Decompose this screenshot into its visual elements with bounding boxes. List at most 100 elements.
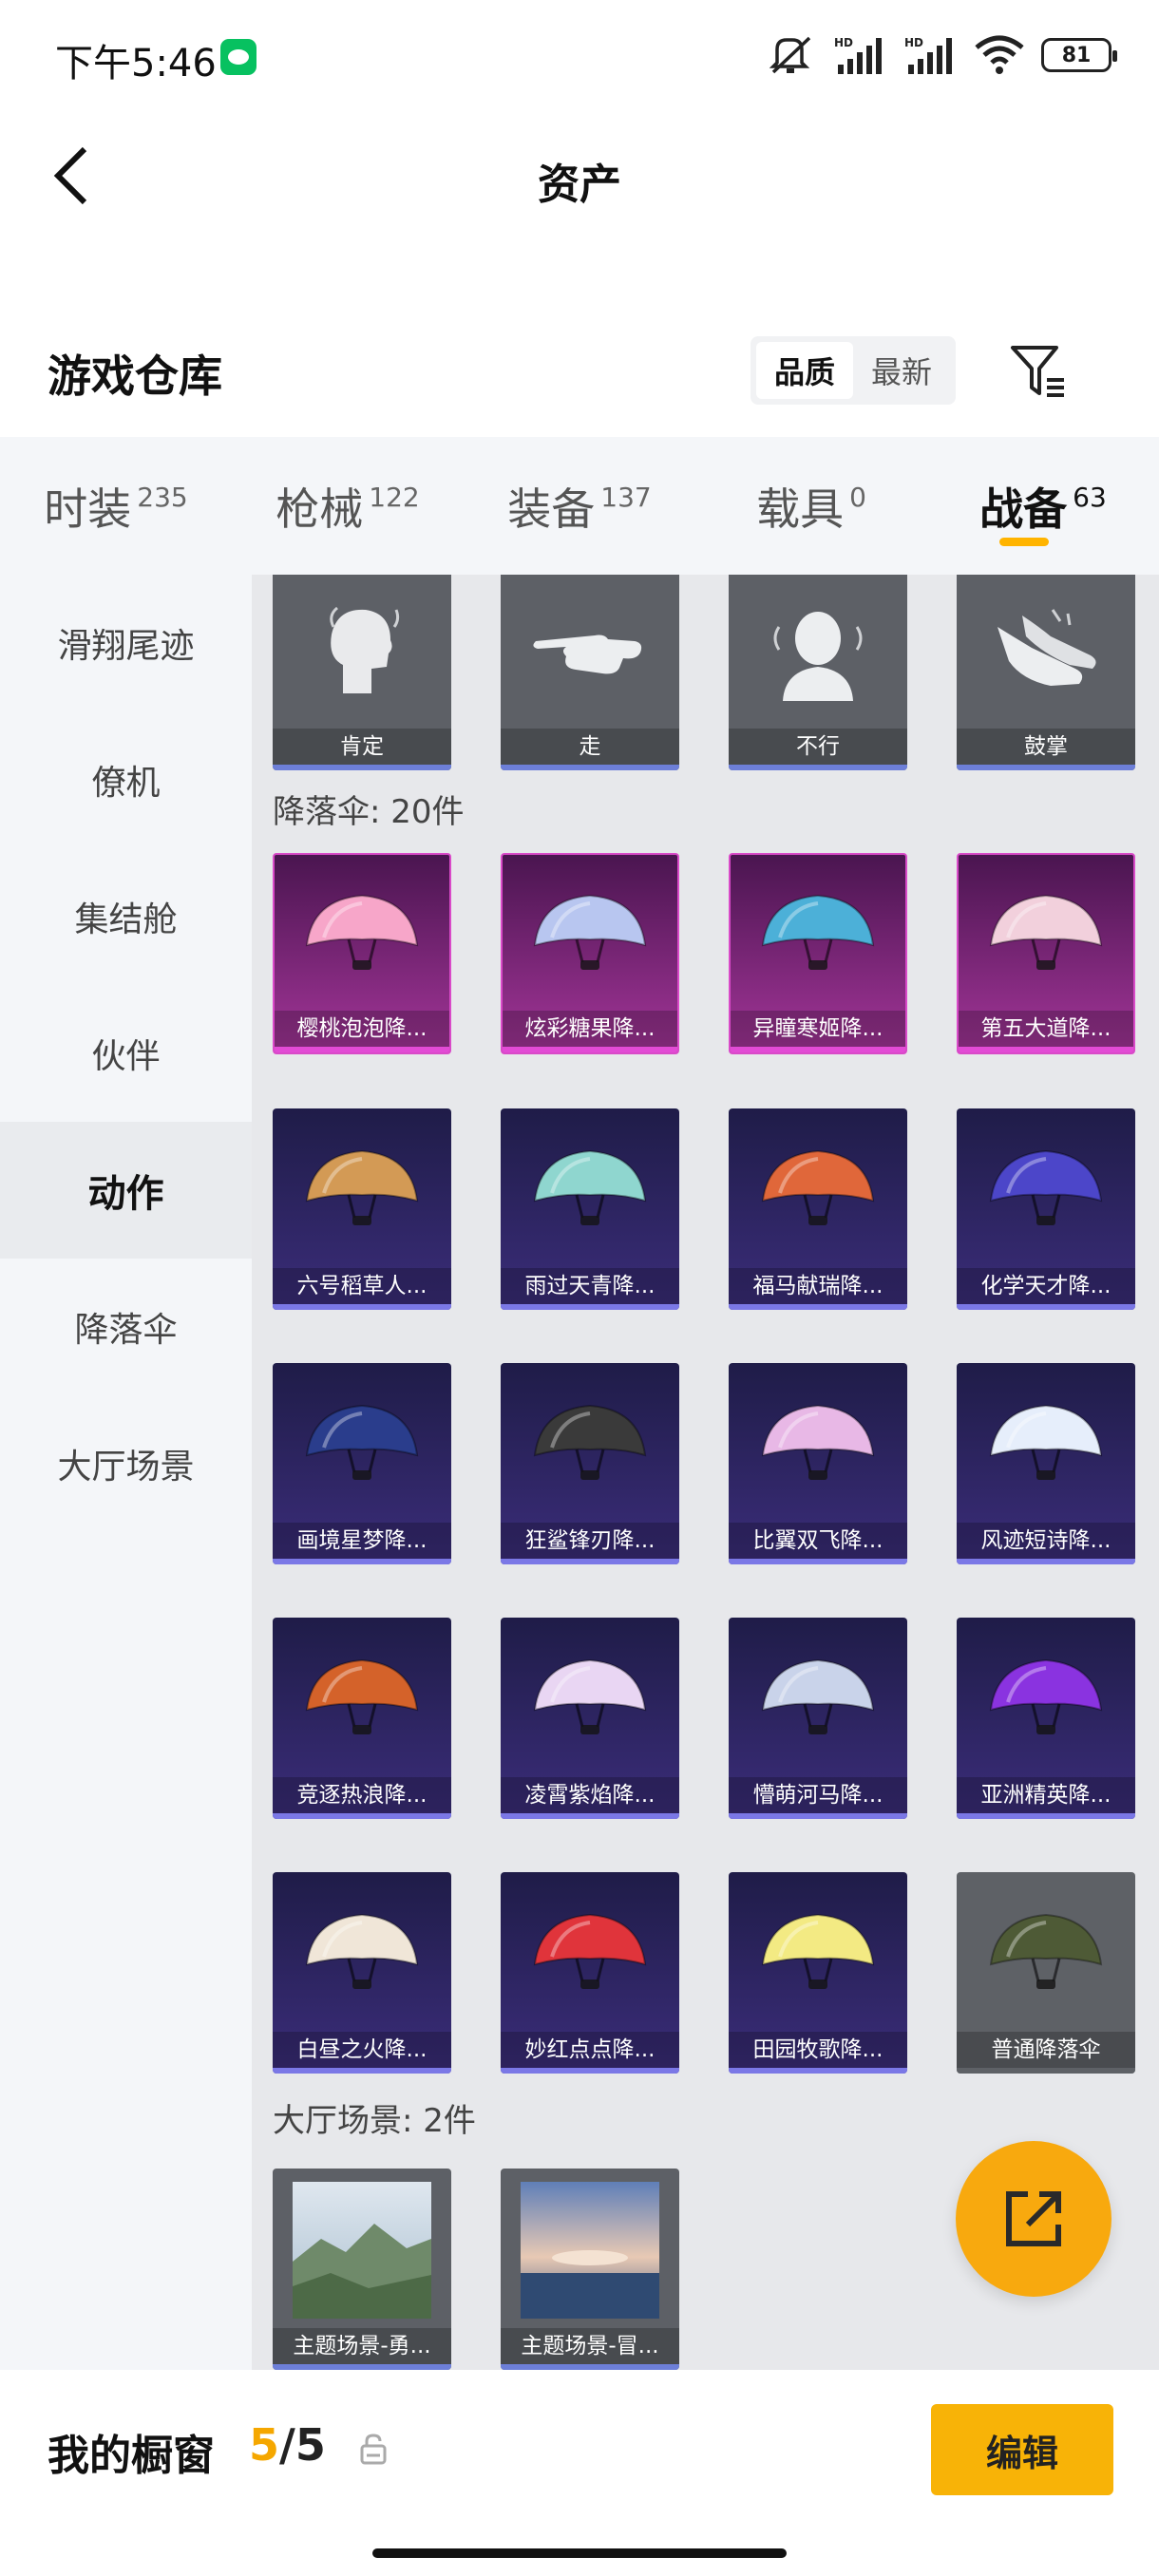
filter-button[interactable] [1005,338,1072,405]
item-name: 白昼之火降... [273,2032,451,2068]
tab-fashion[interactable]: 时装 235 [0,437,232,575]
action-card[interactable]: 鼓掌 [957,575,1135,770]
item-name: 妙红点点降... [501,2032,679,2068]
item-name: 福马献瑞降... [729,1268,907,1304]
item-name: 普通降落伞 [957,2032,1135,2068]
parachute-card[interactable]: 炫彩糖果降... [501,853,679,1054]
home-indicator [372,2548,787,2558]
shake-head-icon [729,575,907,732]
parachute-card[interactable]: 福马献瑞降... [729,1108,907,1310]
parachute-card[interactable]: 异瞳寒姬降... [729,853,907,1054]
parachute-card[interactable]: 妙红点点降... [501,1872,679,2074]
parachute-icon [729,1872,907,2036]
item-name: 走 [501,729,679,765]
edit-button[interactable]: 编辑 [931,2404,1113,2495]
parachute-icon [957,1872,1135,2036]
sort-quality-button[interactable]: 品质 [756,342,853,399]
parachute-card[interactable]: 亚洲精英降... [957,1618,1135,1819]
parachute-icon [273,1872,451,2036]
parachute-card[interactable]: 六号稻草人... [273,1108,451,1310]
share-icon [1006,2191,1061,2246]
tab-count: 63 [1073,482,1107,513]
tab-guns[interactable]: 枪械 122 [232,437,464,575]
sort-newest-button[interactable]: 最新 [853,342,950,399]
rarity-bar [501,1813,679,1819]
share-button[interactable] [956,2141,1112,2297]
parachute-card[interactable]: 雨过天青降... [501,1108,679,1310]
parachute-card[interactable]: 第五大道降... [957,853,1135,1054]
parachute-icon [957,1363,1135,1526]
tab-label: 枪械 [276,483,364,535]
rarity-bar [957,1559,1135,1564]
tab-label: 载具 [756,483,845,535]
parachute-card[interactable]: 樱桃泡泡降... [273,853,451,1054]
parachute-card[interactable]: 狂鲨锋刃降... [501,1363,679,1564]
rarity-bar [501,1559,679,1564]
sidebar-item-glide-trail[interactable]: 滑翔尾迹 [0,575,252,711]
rarity-bar [503,1047,677,1052]
lobby-scene-card[interactable]: 主题场景-冒... [501,2169,679,2370]
sidebar-item-emotes[interactable]: 动作 [0,1122,252,1259]
parachute-icon [501,1363,679,1526]
battery-icon: 81 [1041,38,1117,72]
parachute-card[interactable]: 懵萌河马降... [729,1618,907,1819]
sidebar-item-companion[interactable]: 伙伴 [0,985,252,1122]
sidebar-item-parachute[interactable]: 降落伞 [0,1259,252,1395]
tab-battle-gear[interactable]: 战备 63 [927,437,1159,575]
item-name: 不行 [729,729,907,765]
sidebar-item-assembly-pod[interactable]: 集结舱 [0,848,252,985]
parachute-card[interactable]: 竞逐热浪降... [273,1618,451,1819]
tab-vehicles[interactable]: 载具 0 [695,437,927,575]
showcase-title: 我的橱窗 [48,2432,215,2480]
parachute-card[interactable]: 凌霄紫焰降... [501,1618,679,1819]
wechat-notification-icon [220,39,256,75]
lobby-scene-card[interactable]: 主题场景-勇... [273,2169,451,2370]
parachute-card[interactable]: 田园牧歌降... [729,1872,907,2074]
action-card[interactable]: 不行 [729,575,907,770]
showcase-total: /5 [279,2419,326,2471]
scene-thumbnail [273,2169,451,2332]
item-name: 雨过天青降... [501,1268,679,1304]
rarity-bar [275,1047,449,1052]
warehouse-row: 游戏仓库 品质 最新 [0,313,1159,427]
rarity-bar [957,1813,1135,1819]
parachute-card[interactable]: 普通降落伞 [957,1872,1135,2074]
rarity-bar [957,2068,1135,2074]
walk-hand-icon [501,575,679,732]
battery-level: 81 [1061,43,1092,67]
parachute-icon [275,855,449,1014]
sidebar-item-wingman[interactable]: 僚机 [0,711,252,848]
mute-vibrate-icon [768,34,817,76]
tab-count: 0 [849,482,866,513]
parachute-card[interactable]: 风迹短诗降... [957,1363,1135,1564]
parachute-icon [503,855,677,1014]
rarity-bar [729,1559,907,1564]
parachute-icon [729,1108,907,1272]
item-name: 六号稻草人... [273,1268,451,1304]
rarity-bar [729,1813,907,1819]
parachute-card[interactable]: 化学天才降... [957,1108,1135,1310]
action-card[interactable]: 走 [501,575,679,770]
parachute-card[interactable]: 画境星梦降... [273,1363,451,1564]
item-name: 鼓掌 [957,729,1135,765]
parachute-card[interactable]: 白昼之火降... [273,1872,451,2074]
showcase-count: 5/5 [249,2419,326,2471]
action-card[interactable]: 肯定 [273,575,451,770]
scene-thumbnail [501,2169,679,2332]
svg-text:HD: HD [904,36,923,49]
status-time: 下午5:46 [55,42,217,85]
tab-label: 战备 [979,483,1068,535]
parachute-card[interactable]: 比翼双飞降... [729,1363,907,1564]
item-name: 炫彩糖果降... [503,1011,677,1047]
item-grid: 肯定 走 不行 鼓掌 降落伞: 20件 樱桃泡泡降... 炫彩糖果降... 异瞳寒姬… [252,575,1159,2370]
lobby-section-header: 大厅场景: 2件 [273,2102,476,2140]
showcase-bar: 我的橱窗 5/5 编辑 [0,2370,1159,2576]
warehouse-title: 游戏仓库 [48,350,222,402]
page-title: 资产 [538,161,621,209]
item-name: 狂鲨锋刃降... [501,1523,679,1559]
category-tabs: 时装 235 枪械 122 装备 137 载具 0 战备 63 [0,437,1159,575]
sidebar-item-lobby-scene[interactable]: 大厅场景 [0,1395,252,1532]
parachute-icon [501,1618,679,1781]
tab-count: 235 [137,482,188,513]
tab-equipment[interactable]: 装备 137 [464,437,695,575]
